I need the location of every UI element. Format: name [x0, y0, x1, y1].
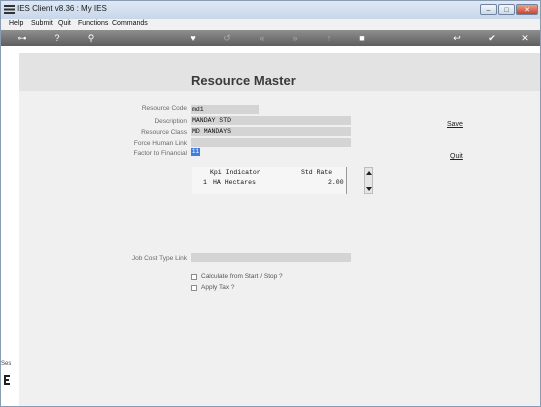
window-title: IES Client v8.36 : My IES — [17, 4, 107, 13]
factor-to-financial-label: Factor to Financial — [133, 150, 187, 157]
side-panel-icon — [4, 375, 10, 385]
resource-class-field[interactable]: MD MANDAYS — [191, 127, 351, 136]
minimize-button[interactable]: – — [480, 4, 497, 15]
menu-functions[interactable]: Functions — [78, 20, 108, 27]
maximize-button[interactable]: □ — [498, 4, 515, 15]
kpi-indicator-header: Kpi Indicator — [210, 169, 261, 176]
kpi-grid: Kpi Indicator Std Rate 1 HA Hectares 2.0… — [192, 167, 347, 194]
menu-submit[interactable]: Submit — [31, 20, 53, 27]
app-icon — [4, 5, 15, 14]
toolbar: ⊶ ? ⚲ ♥ ↺ « » ↑ ■ ↩ ✔ ✕ — [1, 30, 540, 46]
force-human-link-label: Force Human Link — [133, 140, 187, 147]
scroll-down-icon[interactable] — [366, 187, 372, 191]
title-bar: IES Client v8.36 : My IES – □ ✕ — [1, 1, 540, 19]
rewind-icon[interactable]: « — [256, 33, 268, 43]
key-icon[interactable]: ⊶ — [11, 33, 33, 43]
force-human-link-field[interactable] — [191, 138, 351, 147]
apply-tax-label: Apply Tax ? — [201, 284, 235, 291]
calculate-start-stop-checkbox[interactable] — [191, 274, 197, 280]
page-title: Resource Master — [191, 73, 296, 88]
undo-icon[interactable]: ↺ — [221, 33, 233, 43]
calculate-start-stop-label: Calculate from Start / Stop ? — [201, 273, 283, 280]
factor-to-financial-field[interactable]: 11 — [191, 148, 200, 156]
description-field[interactable]: MANDAY STD — [191, 116, 351, 125]
back-icon[interactable]: ↩ — [451, 33, 463, 43]
scroll-up-icon[interactable] — [366, 171, 372, 175]
side-panel-label: Ses — [1, 361, 12, 367]
heart-icon[interactable]: ♥ — [187, 33, 199, 43]
resource-class-label: Resource Class — [141, 129, 187, 136]
save-link[interactable]: Save — [447, 121, 463, 128]
resource-code-field[interactable]: md1 — [191, 105, 259, 114]
app-window: IES Client v8.36 : My IES – □ ✕ Help Sub… — [0, 0, 541, 407]
check-icon[interactable]: ✔ — [486, 33, 498, 43]
menu-help[interactable]: Help — [9, 20, 23, 27]
job-cost-type-field[interactable] — [191, 253, 351, 262]
quit-link[interactable]: Quit — [450, 153, 463, 160]
menu-bar: Help Submit Quit Functions Commands — [1, 19, 540, 30]
upload-icon[interactable]: ↑ — [323, 33, 335, 43]
menu-commands[interactable]: Commands — [112, 20, 148, 27]
apply-tax-checkbox[interactable] — [191, 285, 197, 291]
std-rate-header: Std Rate — [301, 169, 333, 176]
menu-quit[interactable]: Quit — [58, 20, 71, 27]
resource-code-label: Resource Code — [141, 105, 187, 112]
row-number: 1 — [203, 179, 207, 186]
fast-forward-icon[interactable]: » — [289, 33, 301, 43]
close-window-button[interactable]: ✕ — [516, 4, 538, 15]
search-icon[interactable]: ⚲ — [85, 33, 97, 43]
close-icon[interactable]: ✕ — [519, 33, 531, 43]
std-rate-cell[interactable]: 2.00 — [328, 179, 344, 186]
stop-icon[interactable]: ■ — [356, 33, 368, 43]
kpi-indicator-cell[interactable]: HA Hectares — [213, 179, 256, 186]
job-cost-type-label: Job Cost Type Link — [131, 255, 187, 262]
description-label: Description — [154, 118, 187, 125]
grid-scrollbar[interactable] — [364, 167, 373, 194]
help-icon[interactable]: ? — [51, 33, 63, 43]
